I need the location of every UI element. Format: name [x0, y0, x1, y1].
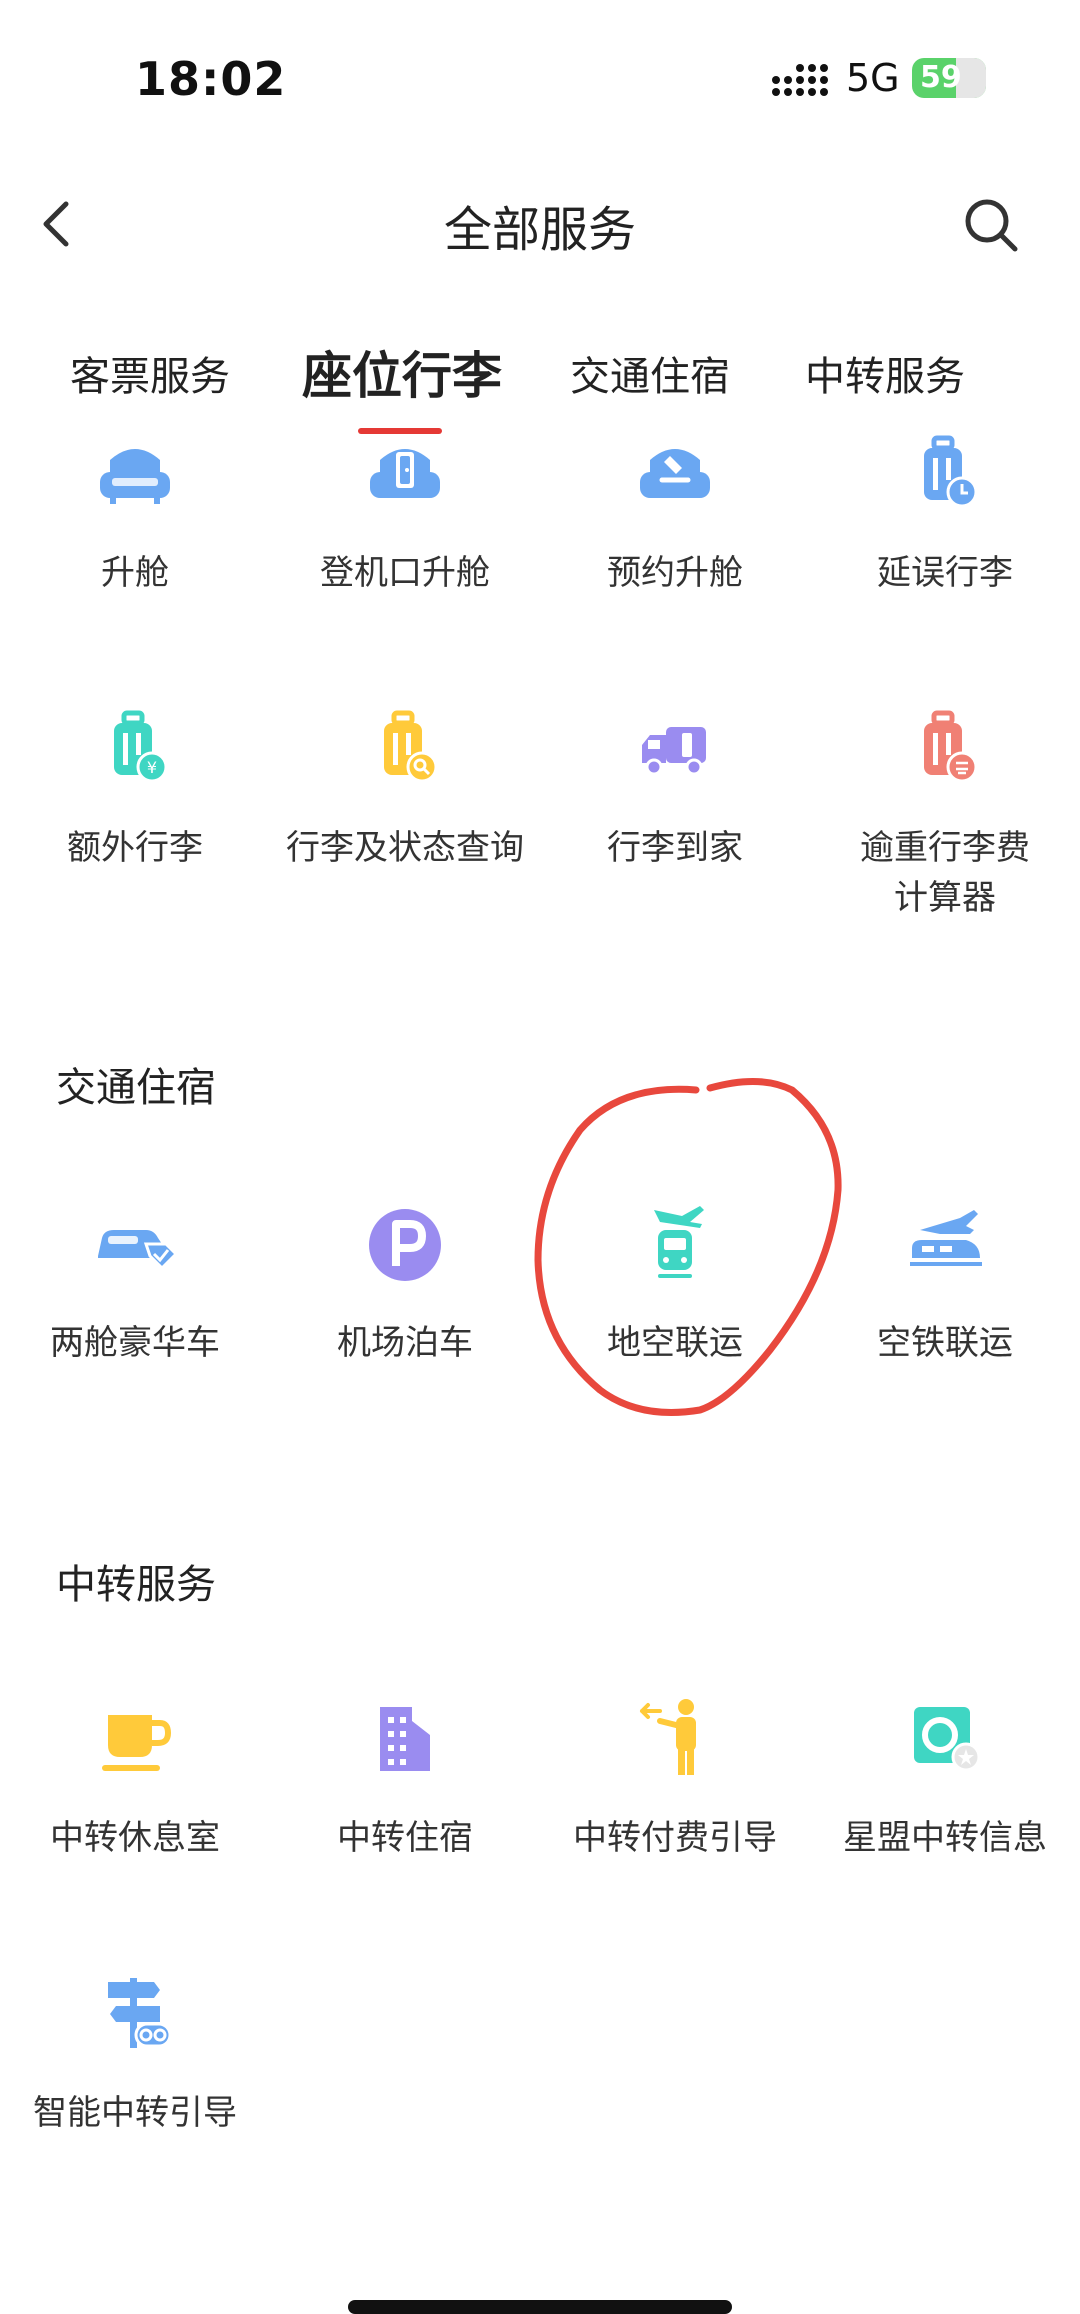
extra-baggage-icon: ¥	[114, 710, 168, 783]
signpost-icon	[108, 1978, 172, 2048]
tab-ticket-service[interactable]: 客票服务	[70, 344, 230, 402]
service-label: 两舱豪华车	[50, 1323, 220, 1363]
nav-bar: 全部服务	[0, 180, 1080, 270]
reserve-upgrade-icon	[640, 449, 710, 498]
gate-upgrade-icon	[370, 449, 440, 498]
tab-transport-hotel[interactable]: 交通住宿	[570, 344, 730, 402]
status-time: 18:02	[135, 52, 287, 106]
service-label: 行李及状态查询	[286, 828, 524, 868]
category-tabs: 客票服务 座位行李 交通住宿 中转服务	[0, 330, 1080, 440]
coffee-cup-icon	[102, 1715, 172, 1771]
baggage-delivery-icon	[642, 727, 706, 776]
service-label: 星盟中转信息	[843, 1818, 1047, 1858]
guide-person-icon	[640, 1699, 696, 1775]
service-label: 机场泊车	[337, 1323, 473, 1363]
service-transfer-hotel[interactable]: 中转住宿	[270, 1695, 540, 1863]
service-label: 预约升舱	[607, 553, 743, 593]
service-label: 升舱	[101, 553, 169, 593]
battery-icon: 59	[912, 58, 986, 98]
service-label: 中转休息室	[50, 1818, 220, 1858]
service-label: 空铁联运	[877, 1323, 1013, 1363]
parking-icon	[369, 1209, 441, 1281]
seat-upgrade-icon	[100, 449, 170, 504]
star-alliance-icon	[914, 1707, 981, 1772]
service-label: 额外行李	[67, 828, 203, 868]
air-rail-icon	[910, 1210, 982, 1266]
service-label-line2: 计算器	[894, 878, 996, 918]
service-upgrade[interactable]: 升舱	[0, 430, 270, 598]
service-label-line1: 逾重行李费	[860, 828, 1030, 868]
service-air-rail[interactable]: 空铁联运	[810, 1200, 1080, 1368]
section-title-transport: 交通住宿	[56, 1065, 216, 1111]
tab-transfer-service[interactable]: 中转服务	[805, 344, 965, 402]
hotel-icon	[380, 1707, 430, 1771]
search-icon[interactable]	[960, 194, 1022, 256]
service-label: 中转付费引导	[573, 1818, 777, 1858]
service-label: 延误行李	[877, 553, 1013, 593]
tab-seat-baggage[interactable]: 座位行李	[302, 336, 502, 408]
network-type: 5G	[846, 56, 900, 100]
service-label: 登机口升舱	[320, 553, 490, 593]
svg-text:¥: ¥	[147, 758, 157, 777]
page-title: 全部服务	[443, 202, 636, 258]
service-label: 智能中转引导	[33, 2093, 237, 2133]
service-smart-transfer-guide[interactable]: 智能中转引导	[0, 1970, 270, 2138]
service-delayed-baggage[interactable]: 延误行李	[810, 430, 1080, 598]
service-baggage-query[interactable]: 行李及状态查询	[270, 705, 540, 873]
luxury-car-icon	[98, 1230, 179, 1271]
delayed-baggage-icon	[924, 435, 978, 508]
service-excess-baggage-calculator[interactable]: 逾重行李费 计算器	[810, 705, 1080, 923]
service-luxury-car[interactable]: 两舱豪华车	[0, 1200, 270, 1368]
service-transfer-lounge[interactable]: 中转休息室	[0, 1695, 270, 1863]
baggage-search-icon	[384, 710, 438, 783]
excess-baggage-calculator-icon	[924, 710, 978, 783]
service-label: 逾重行李费 计算器	[810, 823, 1080, 923]
service-paid-transfer-guide[interactable]: 中转付费引导	[540, 1695, 810, 1863]
status-bar: 18:02 5G 59	[0, 0, 1080, 160]
service-baggage-delivery[interactable]: 行李到家	[540, 705, 810, 873]
service-label: 行李到家	[607, 828, 743, 868]
service-ground-air[interactable]: 地空联运	[540, 1200, 810, 1368]
service-reserve-upgrade[interactable]: 预约升舱	[540, 430, 810, 598]
section-title-transfer: 中转服务	[56, 1562, 216, 1608]
signal-icon	[772, 64, 828, 96]
service-label: 中转住宿	[337, 1818, 473, 1858]
service-airport-parking[interactable]: 机场泊车	[270, 1200, 540, 1368]
service-label: 地空联运	[607, 1323, 743, 1363]
service-star-alliance-transfer[interactable]: 星盟中转信息	[810, 1695, 1080, 1863]
ground-air-transport-icon	[654, 1206, 704, 1278]
battery-level: 59	[920, 60, 962, 95]
service-extra-baggage[interactable]: ¥ 额外行李	[0, 705, 270, 873]
home-indicator	[348, 2300, 732, 2314]
service-gate-upgrade[interactable]: 登机口升舱	[270, 430, 540, 598]
